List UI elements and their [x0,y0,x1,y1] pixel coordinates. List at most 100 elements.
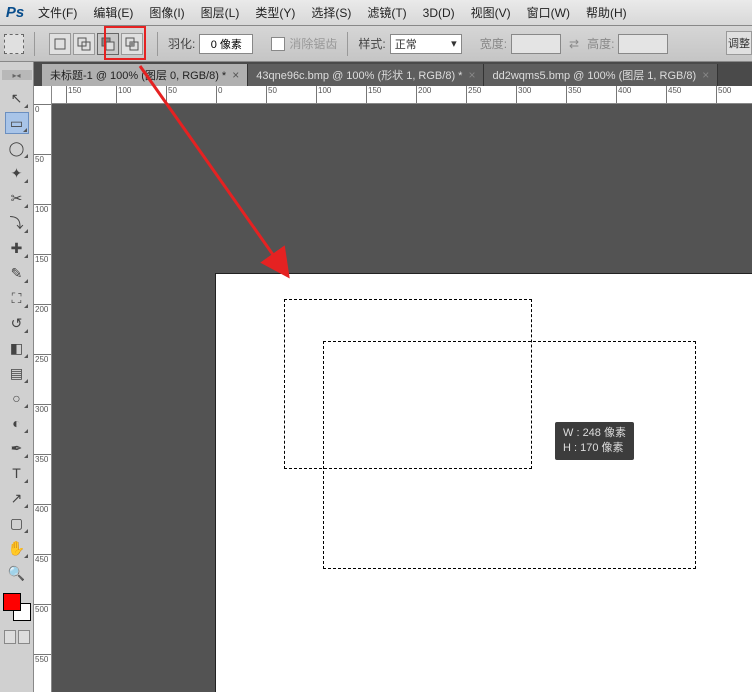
shape-tool[interactable]: ▢ [5,512,29,534]
close-icon[interactable]: × [468,68,475,82]
path-select-tool[interactable]: ↗ [5,487,29,509]
menu-view[interactable]: 视图(V) [463,0,519,26]
tooltip-h-value: 170 像素 [580,442,623,454]
document-tab[interactable]: 43qne96c.bmp @ 100% (形状 1, RGB/8) * × [248,64,484,86]
tooltip-w-value: 248 像素 [583,427,626,439]
width-label: 宽度: [480,35,507,52]
menu-file[interactable]: 文件(F) [30,0,85,26]
crop-tool[interactable]: ✂ [5,187,29,209]
standard-mode-button[interactable] [4,630,16,644]
selection-subtract-button[interactable] [97,33,119,55]
menu-layer[interactable]: 图层(L) [193,0,248,26]
dodge-tool[interactable]: ◐ [5,412,29,434]
heal-tool[interactable]: ✚ [5,237,29,259]
swap-icon[interactable]: ⇄ [569,37,579,51]
separator [157,32,158,56]
menu-3d[interactable]: 3D(D) [415,0,463,26]
zoom-icon: 🔍 [8,565,25,582]
stamp-icon: ⛶ [12,290,22,307]
options-bar: 羽化: 消除锯齿 样式: 正常 ▾ 宽度: ⇄ 高度: 调整 [0,26,752,62]
foreground-color-swatch[interactable] [3,593,21,611]
canvas-stage[interactable]: W : 248 像素 H : 170 像素 [52,104,752,692]
width-input [511,34,561,54]
horizontal-ruler[interactable]: 2001501005005010015020025030035040045050… [52,86,752,104]
gradient-icon: ▤ [10,365,23,382]
type-icon: T [12,465,21,481]
lasso-tool[interactable]: ◯ [5,137,29,159]
move-icon: ↖ [11,90,23,107]
style-label: 样式: [358,35,385,52]
brush-tool[interactable]: ✎ [5,262,29,284]
antialias-checkbox[interactable] [271,37,285,51]
pen-tool[interactable]: ✒ [5,437,29,459]
marquee-tool[interactable]: ▭ [5,112,29,134]
heal-icon: ✚ [11,240,23,257]
menu-type[interactable]: 类型(Y) [247,0,303,26]
ruler-tick: 350 [566,86,581,104]
ruler-tick: 50 [34,154,52,164]
quickmask-mode-button[interactable] [18,630,30,644]
blur-icon: ○ [12,390,20,406]
mask-mode-buttons [4,630,30,644]
menu-image[interactable]: 图像(I) [141,0,192,26]
app-logo: Ps [0,0,30,26]
eyedropper-tool[interactable]: ⤵ [5,212,29,234]
ruler-tick: 0 [34,104,52,114]
close-icon[interactable]: × [702,68,709,82]
separator [347,32,348,56]
wand-tool[interactable]: ✦ [5,162,29,184]
ruler-tick: 50 [166,86,177,104]
ruler-tick: 0 [216,86,222,104]
ruler-tick: 200 [34,304,52,314]
type-tool[interactable]: T [5,462,29,484]
pen-icon: ✒ [11,440,23,457]
ruler-tick: 100 [316,86,331,104]
ruler-tick: 150 [366,86,381,104]
blur-tool[interactable]: ○ [5,387,29,409]
menu-select[interactable]: 选择(S) [303,0,359,26]
menu-edit[interactable]: 编辑(E) [85,0,141,26]
vertical-ruler[interactable]: 050100150200250300350400450500550 [34,86,52,692]
ruler-tick: 200 [416,86,431,104]
color-swatches[interactable] [3,593,31,621]
ruler-tick: 450 [34,554,52,564]
hand-tool[interactable]: ✋ [5,537,29,559]
document-tab[interactable]: dd2wqms5.bmp @ 100% (图层 1, RGB/8) × [484,64,718,86]
tools-panel: ▸◂ ↖ ▭ ◯ ✦ ✂ ⤵ ✚ ✎ ⛶ ↺ ◧ ▤ ○ ◐ ✒ T ↗ ▢ ✋… [0,62,34,692]
style-select[interactable]: 正常 ▾ [390,34,462,54]
feather-input[interactable] [199,34,253,54]
ruler-tick: 450 [666,86,681,104]
eyedropper-icon: ⤵ [10,213,24,233]
document-tab[interactable]: 未标题-1 @ 100% (图层 0, RGB/8) * × [42,64,248,86]
menu-help[interactable]: 帮助(H) [578,0,635,26]
ruler-tick: 500 [34,604,52,614]
document-tabs-bar: 未标题-1 @ 100% (图层 0, RGB/8) * × 43qne96c.… [0,62,752,86]
tab-label: 43qne96c.bmp @ 100% (形状 1, RGB/8) * [256,67,462,83]
close-icon[interactable]: × [232,68,239,82]
tab-label: dd2wqms5.bmp @ 100% (图层 1, RGB/8) [492,67,696,83]
panel-collapse-button[interactable]: ▸◂ [2,70,32,80]
current-tool-icon[interactable] [4,34,24,54]
stamp-tool[interactable]: ⛶ [5,287,29,309]
refine-edge-button[interactable]: 调整 [726,31,752,55]
zoom-tool[interactable]: 🔍 [5,562,29,584]
crop-icon: ✂ [11,190,23,207]
ruler-tick: 150 [66,86,81,104]
selection-intersect-button[interactable] [121,33,143,55]
move-tool[interactable]: ↖ [5,87,29,109]
selection-marquee [323,341,696,569]
eraser-tool[interactable]: ◧ [5,337,29,359]
selection-new-button[interactable] [49,33,71,55]
brush-icon: ✎ [11,265,23,282]
dimension-tooltip: W : 248 像素 H : 170 像素 [555,422,634,460]
lasso-icon: ◯ [9,140,25,157]
menu-filter[interactable]: 滤镜(T) [359,0,414,26]
ruler-tick: 250 [34,354,52,364]
gradient-tool[interactable]: ▤ [5,362,29,384]
ruler-tick: 300 [516,86,531,104]
menu-window[interactable]: 窗口(W) [519,0,578,26]
selection-add-button[interactable] [73,33,95,55]
history-brush-tool[interactable]: ↺ [5,312,29,334]
height-input [618,34,668,54]
menu-bar: Ps 文件(F) 编辑(E) 图像(I) 图层(L) 类型(Y) 选择(S) 滤… [0,0,752,26]
